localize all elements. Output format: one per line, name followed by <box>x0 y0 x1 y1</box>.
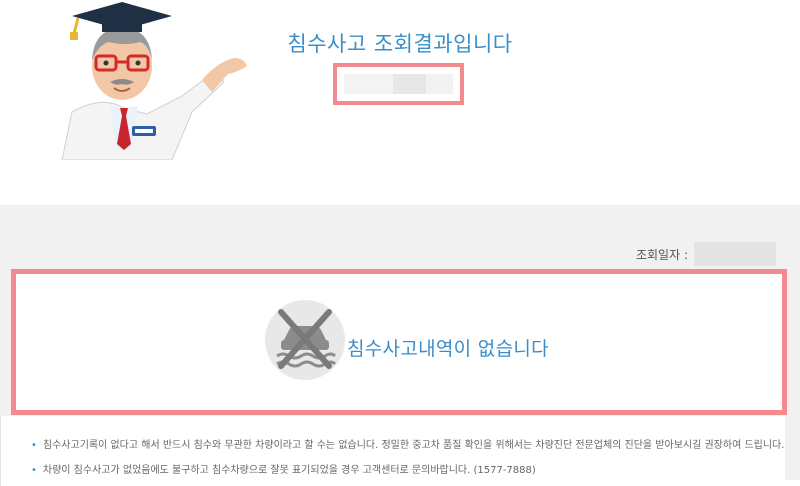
no-flood-car-icon <box>265 300 345 380</box>
bullet-icon: • <box>31 440 37 451</box>
masked-inquiry-date <box>694 242 776 266</box>
notice-list: • 침수사고기록이 없다고 해서 반드시 침수와 무관한 차량이라고 할 수는 없… <box>0 416 785 486</box>
masked-plate-number <box>344 74 453 94</box>
result-box: 침수사고내역이 없습니다 <box>11 269 787 415</box>
notice-item: • 침수사고기록이 없다고 해서 반드시 침수와 무관한 차량이라고 할 수는 없… <box>31 436 784 451</box>
notice-text: 차량이 침수사고가 없었음에도 불구하고 침수차량으로 잘못 표기되었을 경우 … <box>42 465 536 476</box>
result-header: 침수사고 조회결과입니다 <box>0 0 800 205</box>
bullet-icon: • <box>31 465 37 476</box>
plate-number-highlight <box>333 63 464 105</box>
inquiry-date-label: 조회일자 : <box>635 247 688 262</box>
page-title: 침수사고 조회결과입니다 <box>287 32 513 56</box>
result-panel: 조회일자 : 침수사고내역이 없습니다 • 침수사고기록이 없다고 해서 반드시 … <box>0 205 800 486</box>
inquiry-date-row: 조회일자 : <box>636 242 776 266</box>
no-flood-record-message: 침수사고내역이 없습니다 <box>347 338 549 360</box>
notice-item: • 차량이 침수사고가 없었음에도 불구하고 침수차량으로 잘못 표기되었을 경우… <box>31 461 536 476</box>
notice-text: 침수사고기록이 없다고 해서 반드시 침수와 무관한 차량이라고 할 수는 없습… <box>42 440 785 451</box>
doctor-mascot-illustration <box>61 2 247 160</box>
